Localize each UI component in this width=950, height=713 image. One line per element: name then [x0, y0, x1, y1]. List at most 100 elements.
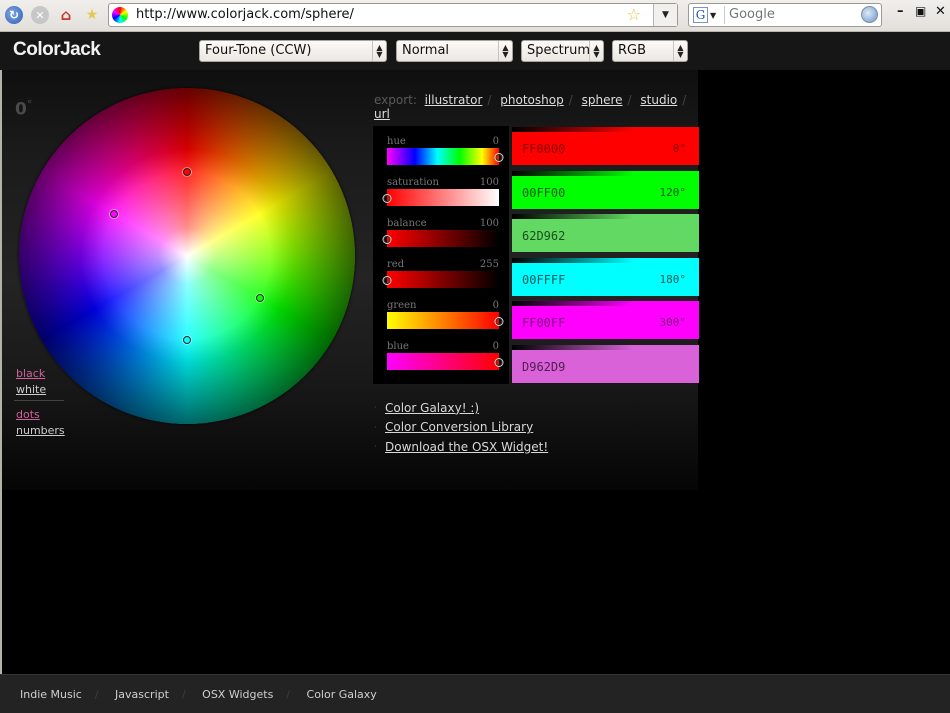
slider-handle[interactable] — [383, 277, 391, 284]
model-select[interactable]: RGB ▲ ▼ — [612, 40, 688, 62]
scheme-select-value: Four-Tone (CCW) — [205, 43, 312, 58]
minimize-button[interactable]: – — [897, 4, 904, 19]
slider-handle[interactable] — [383, 236, 391, 243]
slider-value: 255 — [479, 259, 499, 270]
color-galaxy-link[interactable]: Color Galaxy! :) — [385, 401, 479, 415]
red-slider: red 255 — [383, 259, 499, 288]
slider-handle[interactable] — [495, 154, 503, 161]
display-numbers-link[interactable]: numbers — [16, 424, 65, 437]
slider-handle[interactable] — [495, 359, 503, 366]
footer-link-osx-widgets[interactable]: OSX Widgets — [202, 688, 273, 701]
swatch-hex: 00FF00 — [522, 186, 566, 200]
swatch-shade — [512, 301, 699, 306]
export-illustrator-link[interactable]: illustrator — [425, 93, 483, 107]
saturation-slider-track[interactable] — [383, 189, 499, 206]
separator: / — [286, 688, 291, 701]
search-icon[interactable] — [861, 6, 878, 23]
footer-link-javascript[interactable]: Javascript — [115, 688, 169, 701]
browser-toolbar: ↻ ✕ ⌂ ★ http://www.colorjack.com/sphere/… — [0, 0, 950, 32]
swatch-angle: 180° — [659, 273, 687, 286]
bookmarks-icon[interactable]: ★ — [83, 6, 101, 24]
google-icon: G — [693, 7, 708, 23]
main-content: 0° black white dots numbers export: illu… — [2, 70, 699, 490]
export-studio-link[interactable]: studio — [640, 93, 677, 107]
slider-label: blue — [387, 341, 409, 352]
address-bar[interactable]: http://www.colorjack.com/sphere/ ☆ ▼ — [108, 3, 678, 27]
angle-readout: 0° — [15, 98, 32, 120]
export-url-link[interactable]: url — [374, 107, 390, 121]
palette-select-value: Spectrum — [527, 43, 590, 58]
download-osx-widget-link[interactable]: Download the OSX Widget! — [385, 440, 548, 454]
color-swatch[interactable]: D962D9 — [512, 345, 699, 383]
resource-links: · Color Galaxy! :) · Color Conversion Libr… — [374, 398, 548, 457]
search-engine-selector[interactable]: G ▼ — [691, 6, 725, 24]
hue-slider-track[interactable] — [387, 148, 503, 165]
angle-value: 0 — [15, 99, 27, 120]
export-sphere-link[interactable]: sphere — [582, 93, 623, 107]
footer-link-indie-music[interactable]: Indie Music — [20, 688, 82, 701]
select-arrows-icon: ▲ ▼ — [498, 41, 512, 61]
display-dots-link[interactable]: dots — [16, 408, 65, 421]
wheel-options: black white dots numbers — [14, 367, 65, 440]
color-wheel[interactable] — [19, 88, 355, 424]
chevron-down-icon: ▼ — [710, 10, 717, 20]
footer-nav: Indie Music / Javascript / OSX Widgets / Co… — [20, 688, 377, 701]
close-button[interactable]: ✕ — [935, 4, 946, 19]
background-black-link[interactable]: black — [16, 367, 65, 380]
url-history-dropdown[interactable]: ▼ — [653, 4, 677, 26]
maximize-button[interactable]: ▣ — [915, 4, 926, 18]
slider-value: 0 — [492, 300, 499, 311]
slider-value: 100 — [479, 218, 499, 229]
search-input[interactable] — [729, 7, 859, 22]
color-conversion-library-link[interactable]: Color Conversion Library — [385, 420, 533, 434]
color-swatch[interactable]: FF0000 0° — [512, 127, 699, 165]
slider-label: saturation — [387, 177, 439, 188]
stop-icon[interactable]: ✕ — [31, 6, 49, 24]
reload-icon[interactable]: ↻ — [5, 6, 23, 24]
separator: / — [682, 93, 687, 107]
slider-value: 0 — [492, 136, 499, 147]
select-arrows-icon: ▲ ▼ — [673, 41, 687, 61]
site-header: ColorJack Four-Tone (CCW) ▲ ▼ Normal ▲ ▼ S… — [0, 32, 950, 70]
color-swatch[interactable]: 00FF00 120° — [512, 171, 699, 209]
export-bar: export: illustrator / photoshop / sphere / … — [374, 93, 698, 121]
bullet: · — [374, 403, 377, 413]
swatch-shade — [512, 345, 699, 350]
export-photoshop-link[interactable]: photoshop — [500, 93, 563, 107]
home-icon[interactable]: ⌂ — [57, 6, 75, 24]
background-white-link[interactable]: white — [16, 383, 65, 396]
angle-unit: ° — [26, 98, 33, 111]
mode-select-value: Normal — [402, 43, 450, 58]
bookmark-star-icon[interactable]: ☆ — [627, 5, 641, 24]
slider-handle[interactable] — [383, 195, 391, 202]
list-item: · Download the OSX Widget! — [374, 437, 548, 457]
export-label: export: — [374, 93, 417, 107]
blue-slider: blue 0 — [387, 341, 503, 370]
swatch-angle: 120° — [659, 186, 687, 199]
separator: / — [181, 688, 186, 701]
wheel-marker-cyan[interactable] — [183, 336, 191, 344]
footer-link-color-galaxy[interactable]: Color Galaxy — [307, 688, 377, 701]
wheel-marker-magenta[interactable] — [110, 210, 119, 218]
blue-slider-track[interactable] — [387, 353, 503, 370]
list-item: · Color Conversion Library — [374, 418, 548, 438]
green-slider-track[interactable] — [387, 312, 503, 329]
balance-slider-track[interactable] — [383, 230, 499, 247]
scheme-select[interactable]: Four-Tone (CCW) ▲ ▼ — [199, 40, 387, 62]
wheel-marker-red[interactable] — [183, 168, 191, 176]
balance-slider: balance 100 — [383, 218, 499, 247]
list-item: · Color Galaxy! :) — [374, 398, 548, 418]
color-swatch[interactable]: 62D962 — [512, 214, 699, 252]
slider-handle[interactable] — [495, 318, 503, 325]
red-slider-track[interactable] — [383, 271, 499, 288]
wheel-marker-green[interactable] — [255, 294, 264, 302]
site-logo[interactable]: ColorJack — [13, 39, 101, 61]
slider-label: red — [387, 259, 405, 270]
slider-label: green — [387, 300, 417, 311]
color-swatch[interactable]: FF00FF 300° — [512, 301, 699, 339]
url-text[interactable]: http://www.colorjack.com/sphere/ — [136, 7, 354, 22]
slider-value: 100 — [479, 177, 499, 188]
color-swatch[interactable]: 00FFFF 180° — [512, 258, 699, 296]
mode-select[interactable]: Normal ▲ ▼ — [396, 40, 513, 62]
palette-select[interactable]: Spectrum ▲ ▼ — [521, 40, 604, 62]
